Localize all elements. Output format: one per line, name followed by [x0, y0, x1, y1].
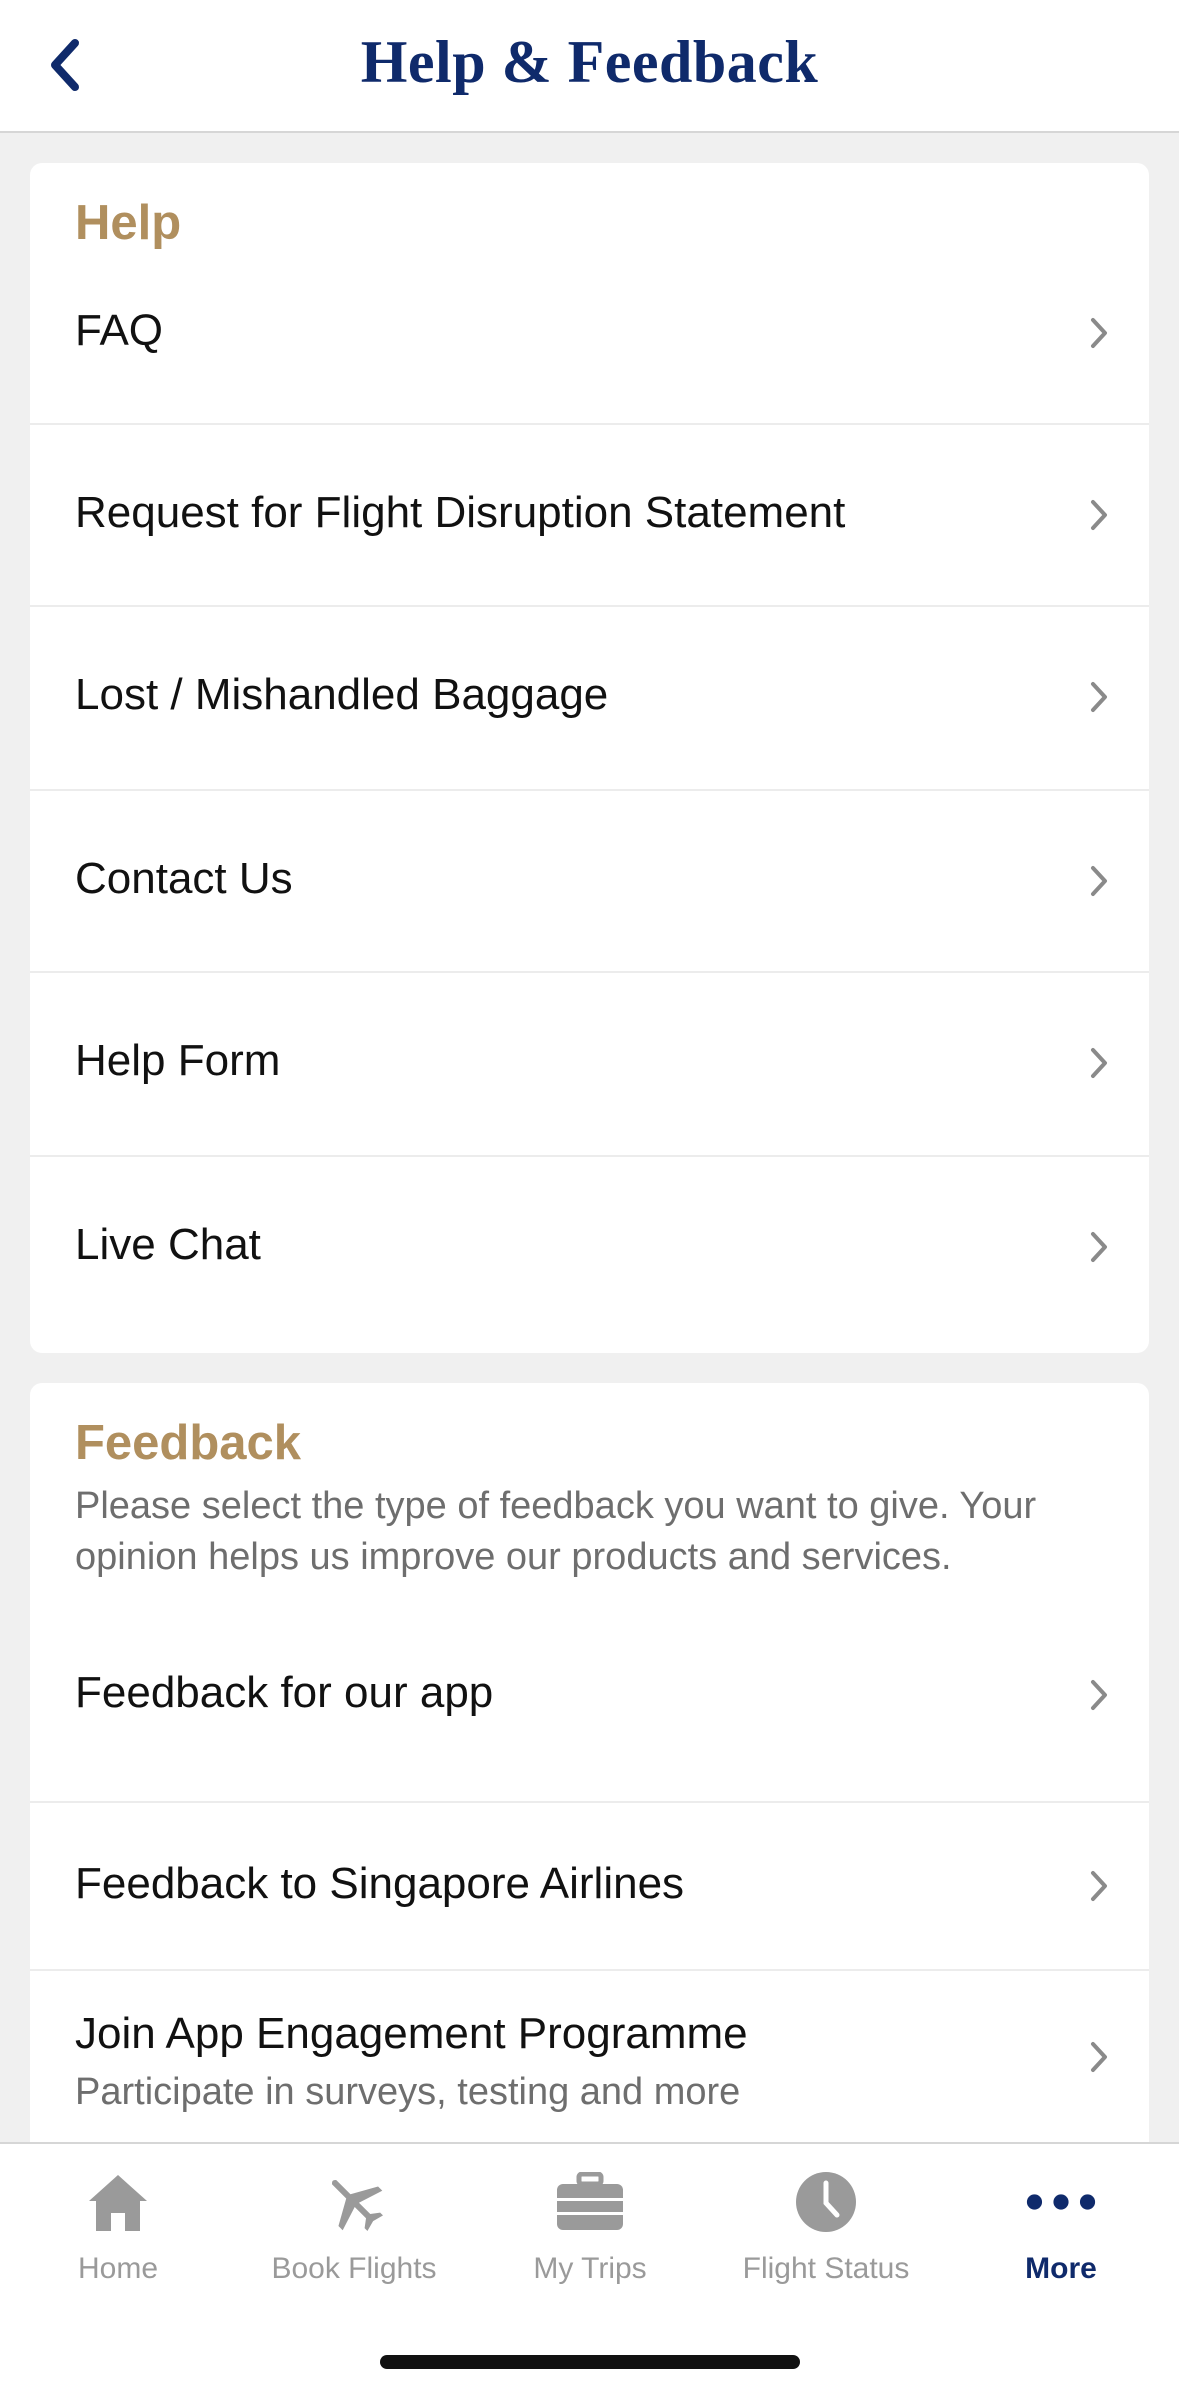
tab-label: Flight Status: [742, 2252, 910, 2285]
feedback-section-title: Feedback: [75, 1416, 302, 1470]
feedback-description: Please select the type of feedback you w…: [75, 1485, 1037, 1578]
chevron-right-icon: [1091, 318, 1107, 348]
help-item-label: FAQ: [75, 306, 164, 355]
tab-my-trips[interactable]: My Trips: [472, 2144, 708, 2314]
help-item-label: Contact Us: [75, 854, 293, 903]
chevron-right-icon: [1091, 1048, 1107, 1078]
feedback-item-sublabel: Participate in surveys, testing and more: [75, 2071, 741, 2113]
help-card: Help FAQ Request for Flight Disruption S…: [30, 163, 1149, 1353]
help-item-flight-disruption-statement[interactable]: Request for Flight Disruption Statement: [30, 425, 1149, 607]
feedback-item-label: Feedback for our app: [75, 1668, 494, 1717]
tab-label: My Trips: [533, 2252, 647, 2285]
feedback-card: Feedback Please select the type of feedb…: [30, 1383, 1149, 2143]
more-dots-icon: [1025, 2166, 1097, 2238]
chevron-right-icon: [1091, 682, 1107, 712]
feedback-item-engagement-programme[interactable]: Join App Engagement Programme Participat…: [30, 1971, 1149, 2143]
tab-label: More: [1025, 2252, 1097, 2285]
suitcase-icon: [554, 2166, 626, 2238]
tab-more[interactable]: More: [943, 2144, 1179, 2314]
tab-home[interactable]: Home: [0, 2144, 236, 2314]
tab-book-flights[interactable]: Book Flights: [236, 2144, 472, 2314]
help-item-label: Request for Flight Disruption Statement: [75, 488, 846, 537]
help-item-label: Help Form: [75, 1036, 281, 1085]
help-item-label: Lost / Mishandled Baggage: [75, 670, 609, 719]
feedback-item-label: Join App Engagement Programme: [75, 2009, 748, 2058]
chevron-right-icon: [1091, 1871, 1107, 1901]
chevron-right-icon: [1091, 1232, 1107, 1262]
home-indicator[interactable]: [380, 2355, 800, 2369]
tab-label: Home: [77, 2252, 159, 2285]
feedback-item-app[interactable]: Feedback for our app: [30, 1608, 1149, 1803]
chevron-right-icon: [1091, 866, 1107, 896]
tab-flight-status[interactable]: Flight Status: [708, 2144, 944, 2314]
help-item-faq[interactable]: FAQ: [30, 163, 1149, 425]
chevron-right-icon: [1091, 2042, 1107, 2072]
top-nav-bar: Help & Feedback: [0, 0, 1179, 133]
help-item-live-chat[interactable]: Live Chat: [30, 1157, 1149, 1353]
chevron-right-icon: [1091, 1680, 1107, 1710]
tab-label: Book Flights: [271, 2252, 437, 2285]
home-icon: [82, 2166, 154, 2238]
feedback-item-singapore-airlines[interactable]: Feedback to Singapore Airlines: [30, 1803, 1149, 1971]
feedback-item-label: Feedback to Singapore Airlines: [75, 1859, 685, 1908]
clock-icon: [790, 2166, 862, 2238]
chevron-right-icon: [1091, 500, 1107, 530]
help-item-label: Live Chat: [75, 1220, 261, 1269]
help-item-help-form[interactable]: Help Form: [30, 973, 1149, 1157]
help-item-lost-baggage[interactable]: Lost / Mishandled Baggage: [30, 607, 1149, 791]
help-item-contact-us[interactable]: Contact Us: [30, 791, 1149, 973]
plane-icon: [318, 2166, 390, 2238]
page-title: Help & Feedback: [360, 29, 819, 95]
